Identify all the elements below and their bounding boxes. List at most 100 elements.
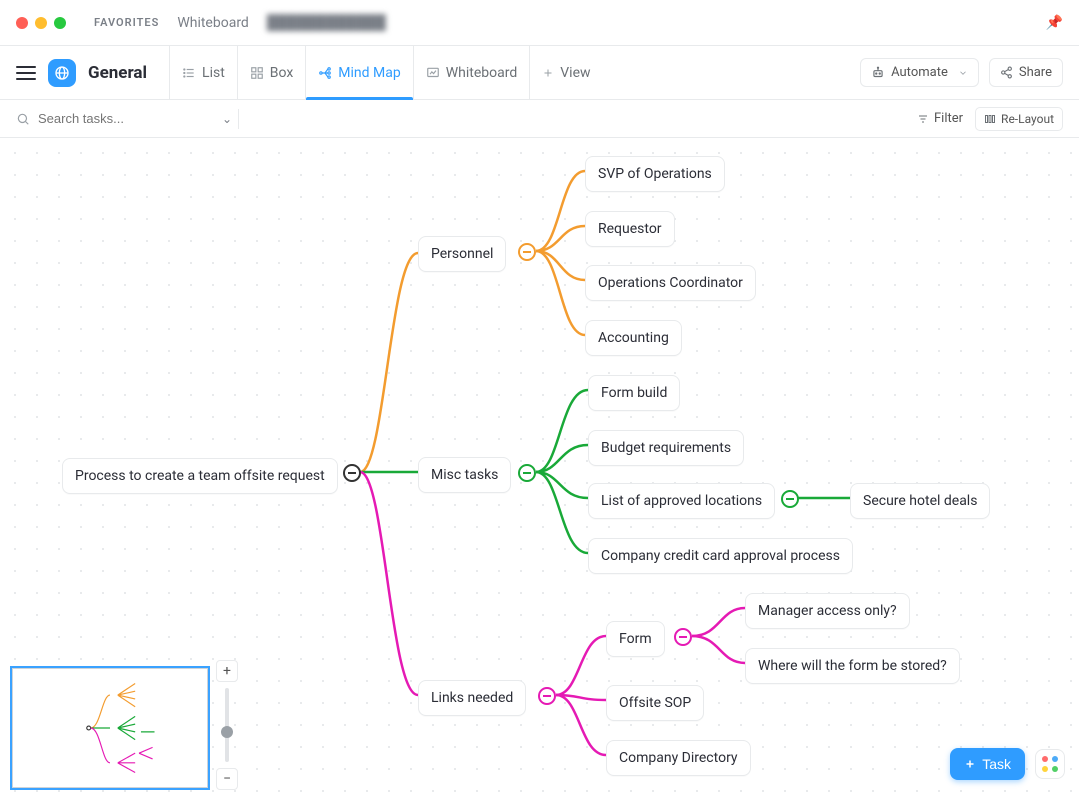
view-label: View xyxy=(560,65,590,81)
share-label: Share xyxy=(1019,65,1052,80)
view-label: List xyxy=(202,65,225,81)
chevron-down-icon[interactable]: ⌄ xyxy=(222,112,232,126)
node-label: Budget requirements xyxy=(601,440,731,456)
bottom-right: Task xyxy=(950,748,1065,780)
apps-button[interactable] xyxy=(1035,749,1065,779)
zoom-slider[interactable] xyxy=(225,688,229,762)
node-label: Accounting xyxy=(598,330,669,346)
collapse-personnel[interactable] xyxy=(518,243,536,261)
add-view[interactable]: View xyxy=(530,46,602,99)
robot-icon xyxy=(871,66,885,80)
node-label: Operations Coordinator xyxy=(598,275,743,291)
zoom-in-button[interactable]: + xyxy=(216,660,238,682)
share-button[interactable]: Share xyxy=(989,58,1063,87)
relayout-label: Re-Layout xyxy=(1001,112,1054,126)
node-label: Form xyxy=(619,631,652,647)
mindmap-canvas[interactable]: Process to create a team offsite request… xyxy=(0,138,1079,798)
filter-label: Filter xyxy=(934,111,963,126)
node-item[interactable]: Form build xyxy=(588,375,680,411)
subheader: ⌄ Filter Re-Layout xyxy=(0,100,1079,138)
node-label: Offsite SOP xyxy=(619,695,691,711)
favorites-label[interactable]: FAVORITES xyxy=(94,16,159,29)
plus-icon xyxy=(542,67,554,79)
view-whiteboard[interactable]: Whiteboard xyxy=(414,46,531,99)
tabstrip: FAVORITES Whiteboard ████████████ 📌 xyxy=(0,0,1079,46)
collapse-root[interactable] xyxy=(343,464,361,482)
node-item[interactable]: Budget requirements xyxy=(588,430,744,466)
node-label: Company Directory xyxy=(619,750,738,766)
view-label: Box xyxy=(270,65,294,81)
node-label: Requestor xyxy=(598,221,662,237)
search-input[interactable] xyxy=(36,110,216,127)
view-label: Whiteboard xyxy=(446,65,518,81)
collapse-links[interactable] xyxy=(538,687,556,705)
automate-label: Automate xyxy=(891,65,948,80)
node-item[interactable]: Accounting xyxy=(585,320,682,356)
node-item[interactable]: Where will the form be stored? xyxy=(745,648,960,684)
whiteboard-icon xyxy=(426,66,440,80)
pin-icon[interactable]: 📌 xyxy=(1046,15,1063,31)
zoom-out-button[interactable]: − xyxy=(216,768,238,790)
node-item[interactable]: SVP of Operations xyxy=(585,156,725,192)
share-icon xyxy=(1000,66,1013,79)
node-item[interactable]: Company credit card approval process xyxy=(588,538,853,574)
space-title[interactable]: General xyxy=(88,63,147,83)
close-window[interactable] xyxy=(16,17,28,29)
node-label: List of approved locations xyxy=(601,493,762,509)
relayout-button[interactable]: Re-Layout xyxy=(975,107,1063,131)
node-personnel[interactable]: Personnel xyxy=(418,236,506,272)
filter-icon xyxy=(917,113,929,125)
view-box[interactable]: Box xyxy=(238,46,307,99)
automate-button[interactable]: Automate xyxy=(860,58,979,87)
relayout-icon xyxy=(984,113,996,125)
task-label: Task xyxy=(982,756,1011,772)
fullscreen-window[interactable] xyxy=(54,17,66,29)
node-label: SVP of Operations xyxy=(598,166,712,182)
node-label: Where will the form be stored? xyxy=(758,658,947,674)
node-label: Manager access only? xyxy=(758,603,897,619)
collapse-form[interactable] xyxy=(674,628,692,646)
plus-icon xyxy=(964,758,976,770)
node-item[interactable]: Offsite SOP xyxy=(606,685,704,721)
divider xyxy=(238,109,239,129)
node-item[interactable]: Company Directory xyxy=(606,740,751,776)
node-label: Secure hotel deals xyxy=(863,493,977,509)
minimize-window[interactable] xyxy=(35,17,47,29)
header: General List Box Mind Map Whiteboard Vie… xyxy=(0,46,1079,100)
mindmap-icon xyxy=(318,66,332,80)
list-icon xyxy=(182,66,196,80)
menu-icon[interactable] xyxy=(16,66,36,80)
box-icon xyxy=(250,66,264,80)
view-mindmap[interactable]: Mind Map xyxy=(306,46,413,99)
node-item[interactable]: Secure hotel deals xyxy=(850,483,990,519)
view-tabs: List Box Mind Map Whiteboard View xyxy=(169,46,602,99)
view-label: Mind Map xyxy=(338,65,400,81)
node-label: Misc tasks xyxy=(431,467,498,483)
node-approved-locations[interactable]: List of approved locations xyxy=(588,483,775,519)
node-form[interactable]: Form xyxy=(606,621,665,657)
node-item[interactable]: Operations Coordinator xyxy=(585,265,756,301)
search-icon xyxy=(16,112,30,126)
filter-button[interactable]: Filter xyxy=(917,111,963,126)
node-label: Form build xyxy=(601,385,667,401)
search-wrap[interactable]: ⌄ xyxy=(16,110,226,127)
node-item[interactable]: Manager access only? xyxy=(745,593,910,629)
collapse-misc[interactable] xyxy=(518,464,536,482)
zoom-thumb[interactable] xyxy=(221,726,233,738)
node-root[interactable]: Process to create a team offsite request xyxy=(62,458,338,494)
node-label: Process to create a team offsite request xyxy=(75,468,325,484)
minimap[interactable] xyxy=(10,666,210,790)
tab-whiteboard[interactable]: Whiteboard xyxy=(177,15,249,31)
node-label: Personnel xyxy=(431,246,493,262)
new-task-button[interactable]: Task xyxy=(950,748,1025,780)
view-list[interactable]: List xyxy=(169,46,238,99)
node-misctasks[interactable]: Misc tasks xyxy=(418,457,511,493)
space-icon[interactable] xyxy=(48,59,76,87)
node-item[interactable]: Requestor xyxy=(585,211,675,247)
node-links[interactable]: Links needed xyxy=(418,680,526,716)
zoom-controls: + − xyxy=(215,660,239,790)
window-controls xyxy=(16,17,66,29)
tab-current[interactable]: ████████████ xyxy=(267,14,386,31)
collapse-locations[interactable] xyxy=(781,490,799,508)
node-label: Company credit card approval process xyxy=(601,548,840,564)
